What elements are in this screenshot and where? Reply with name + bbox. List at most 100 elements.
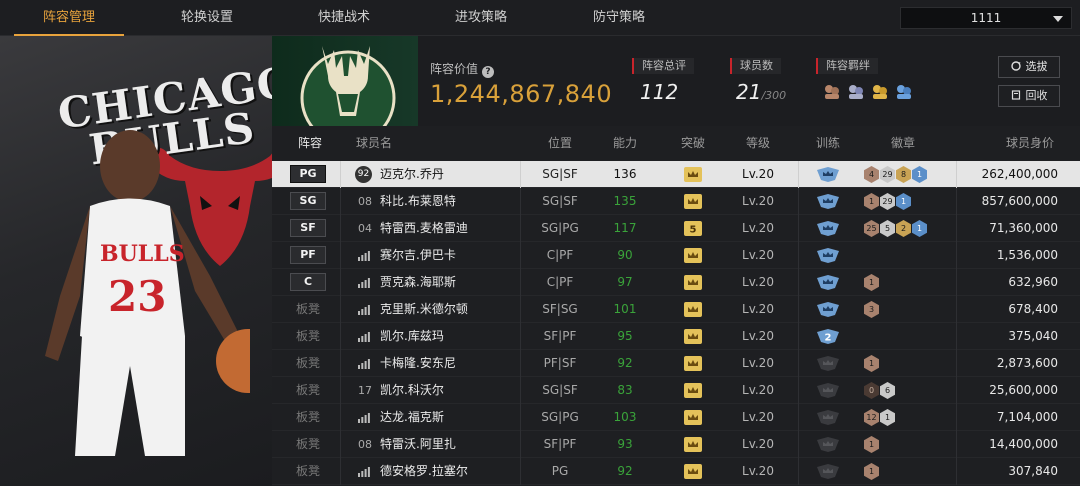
col-ability[interactable]: 能力	[592, 126, 658, 160]
column-divider	[956, 242, 957, 269]
col-level[interactable]: 等级	[718, 126, 798, 160]
table-row[interactable]: 板凳 克里斯.米德尔顿 SF|SG 101 Lv.20 3 678,400	[272, 296, 1080, 323]
badge-hex[interactable]: 1	[864, 463, 879, 480]
player-position: SF|PF	[543, 437, 577, 451]
badge-list[interactable]: 1	[864, 436, 879, 453]
badge-list[interactable]: 4 29 8 1	[864, 166, 927, 183]
bond-gold-icon[interactable]	[870, 82, 890, 102]
lineup-value-label: 阵容价值?	[430, 60, 495, 78]
position-slot-badge[interactable]: C	[290, 273, 326, 291]
col-training[interactable]: 训练	[798, 126, 858, 160]
player-name[interactable]: 迈克尔.乔丹	[380, 161, 444, 188]
bench-slot-label[interactable]: 板凳	[290, 431, 326, 458]
column-divider	[340, 161, 341, 188]
table-row[interactable]: SG 08 科比.布莱恩特 SG|SF 135 Lv.20 1 29 1 857,600,000	[272, 188, 1080, 215]
player-level: Lv.20	[742, 329, 774, 343]
player-name[interactable]: 凯尔.科沃尔	[380, 377, 444, 404]
team-bond-icons[interactable]	[822, 82, 914, 102]
player-name[interactable]: 凯尔.库兹玛	[380, 323, 444, 350]
badge-hex[interactable]: 1	[864, 355, 879, 372]
pick-button[interactable]: 选拔	[998, 56, 1060, 78]
bench-slot-label[interactable]: 板凳	[290, 296, 326, 323]
badge-hex[interactable]: 25	[864, 220, 879, 237]
table-row[interactable]: 板凳 08 特雷沃.阿里扎 SF|PF 93 Lv.20 1 14,400,000	[272, 431, 1080, 458]
player-name[interactable]: 达龙.福克斯	[380, 404, 444, 431]
badge-hex[interactable]: 1	[864, 436, 879, 453]
recycle-button[interactable]: 回收	[998, 85, 1060, 107]
player-name[interactable]: 卡梅隆.安东尼	[380, 350, 456, 377]
badge-hex[interactable]: 1	[864, 274, 879, 291]
table-row[interactable]: 板凳 达龙.福克斯 SG|PG 103 Lv.20 12 1 7,104,000	[272, 404, 1080, 431]
col-player-value[interactable]: 球员身价	[992, 126, 1068, 160]
col-badges[interactable]: 徽章	[868, 126, 938, 160]
badge-hex[interactable]: 3	[864, 301, 879, 318]
badge-list[interactable]: 06	[864, 382, 895, 399]
player-name[interactable]: 赛尔吉.伊巴卡	[380, 242, 456, 269]
col-position[interactable]: 位置	[520, 126, 600, 160]
col-lineup: 阵容	[297, 136, 322, 150]
col-breakthrough[interactable]: 突破	[664, 126, 722, 160]
badge-hex[interactable]: 1	[912, 166, 927, 183]
jersey-number: 08	[358, 438, 372, 451]
column-divider	[340, 242, 341, 269]
tab-quick-tactics[interactable]: 快捷战术	[289, 0, 399, 36]
table-row[interactable]: C 贾克森.海耶斯 C|PF 97 Lv.20 1 632,960	[272, 269, 1080, 296]
column-divider	[340, 431, 341, 458]
badge-list[interactable]: 1 29 1	[864, 193, 911, 210]
bench-slot-label[interactable]: 板凳	[290, 458, 326, 485]
badge-hex[interactable]: 1	[912, 220, 927, 237]
tab-rotation-settings[interactable]: 轮换设置	[152, 0, 262, 36]
bond-bronze-icon[interactable]	[822, 82, 842, 102]
badge-list[interactable]: 12 1	[864, 409, 895, 426]
badge-hex[interactable]: 12	[864, 409, 879, 426]
table-row[interactable]: 板凳 凯尔.库兹玛 SF|PF 95 Lv.20 2 375,040	[272, 323, 1080, 350]
player-name[interactable]: 克里斯.米德尔顿	[380, 296, 468, 323]
tab-defense-strategy[interactable]: 防守策略	[564, 0, 674, 36]
bond-silver-icon[interactable]	[846, 82, 866, 102]
badge-hex[interactable]: 2	[896, 220, 911, 237]
badge-hex[interactable]: 4	[864, 166, 879, 183]
player-name[interactable]: 特雷沃.阿里扎	[380, 431, 456, 458]
badge-list[interactable]: 1	[864, 463, 879, 480]
player-name[interactable]: 德安格罗.拉塞尔	[380, 458, 468, 485]
table-row[interactable]: 板凳 17 凯尔.科沃尔 SG|SF 83 Lv.20 0 6 25,600,000	[272, 377, 1080, 404]
signal-bars-icon	[358, 332, 370, 342]
signal-bars-icon	[358, 278, 370, 288]
player-name[interactable]: 贾克森.海耶斯	[380, 269, 456, 296]
position-slot-badge[interactable]: PG	[290, 165, 326, 183]
badge-hex[interactable]: 1	[896, 193, 911, 210]
lineup-selector[interactable]: 1111	[900, 7, 1072, 29]
badge-hex[interactable]: 0	[864, 382, 879, 399]
table-row[interactable]: 板凳 卡梅隆.安东尼 PF|SF 92 Lv.20 1 2,873,600	[272, 350, 1080, 377]
table-row[interactable]: PF 赛尔吉.伊巴卡 C|PF 90 Lv.20 1,536,000	[272, 242, 1080, 269]
position-slot-badge[interactable]: PF	[290, 246, 326, 264]
bench-slot-label[interactable]: 板凳	[290, 350, 326, 377]
badge-list[interactable]: 25 5 2 1	[864, 220, 927, 237]
position-slot-badge[interactable]: SG	[290, 192, 326, 210]
table-row[interactable]: 板凳 德安格罗.拉塞尔 PG 92 Lv.20 1 307,840	[272, 458, 1080, 485]
bond-blue-icon[interactable]	[894, 82, 914, 102]
badge-list[interactable]: 1	[864, 274, 879, 291]
badge-list[interactable]: 3	[864, 301, 879, 318]
help-icon[interactable]: ?	[482, 66, 495, 78]
table-row[interactable]: PG 92 迈克尔.乔丹 SG|SF 136 Lv.20 4 29 8 1 262,400,000	[272, 161, 1080, 188]
bench-slot-label[interactable]: 板凳	[290, 377, 326, 404]
position-slot-badge[interactable]: SF	[290, 219, 326, 237]
badge-hex[interactable]: 29	[880, 166, 895, 183]
player-value: 678,400	[1008, 302, 1058, 316]
bench-slot-label[interactable]: 板凳	[290, 323, 326, 350]
badge-hex[interactable]: 8	[896, 166, 911, 183]
bench-slot-label[interactable]: 板凳	[290, 404, 326, 431]
badge-list[interactable]: 1	[864, 355, 879, 372]
tab-offense-strategy[interactable]: 进攻策略	[426, 0, 536, 36]
badge-hex[interactable]: 1	[880, 409, 895, 426]
badge-hex[interactable]: 6	[880, 382, 895, 399]
tab-lineup-management[interactable]: 阵容管理	[14, 0, 124, 36]
table-row[interactable]: SF 04 特雷西.麦格雷迪 SG|PG 117 5 Lv.20 25 5 2 1 71,360,00…	[272, 215, 1080, 242]
badge-hex[interactable]: 29	[880, 193, 895, 210]
badge-hex[interactable]: 5	[880, 220, 895, 237]
player-ability: 97	[617, 275, 633, 289]
player-name[interactable]: 科比.布莱恩特	[380, 188, 456, 215]
player-name[interactable]: 特雷西.麦格雷迪	[380, 215, 468, 242]
badge-hex[interactable]: 1	[864, 193, 879, 210]
